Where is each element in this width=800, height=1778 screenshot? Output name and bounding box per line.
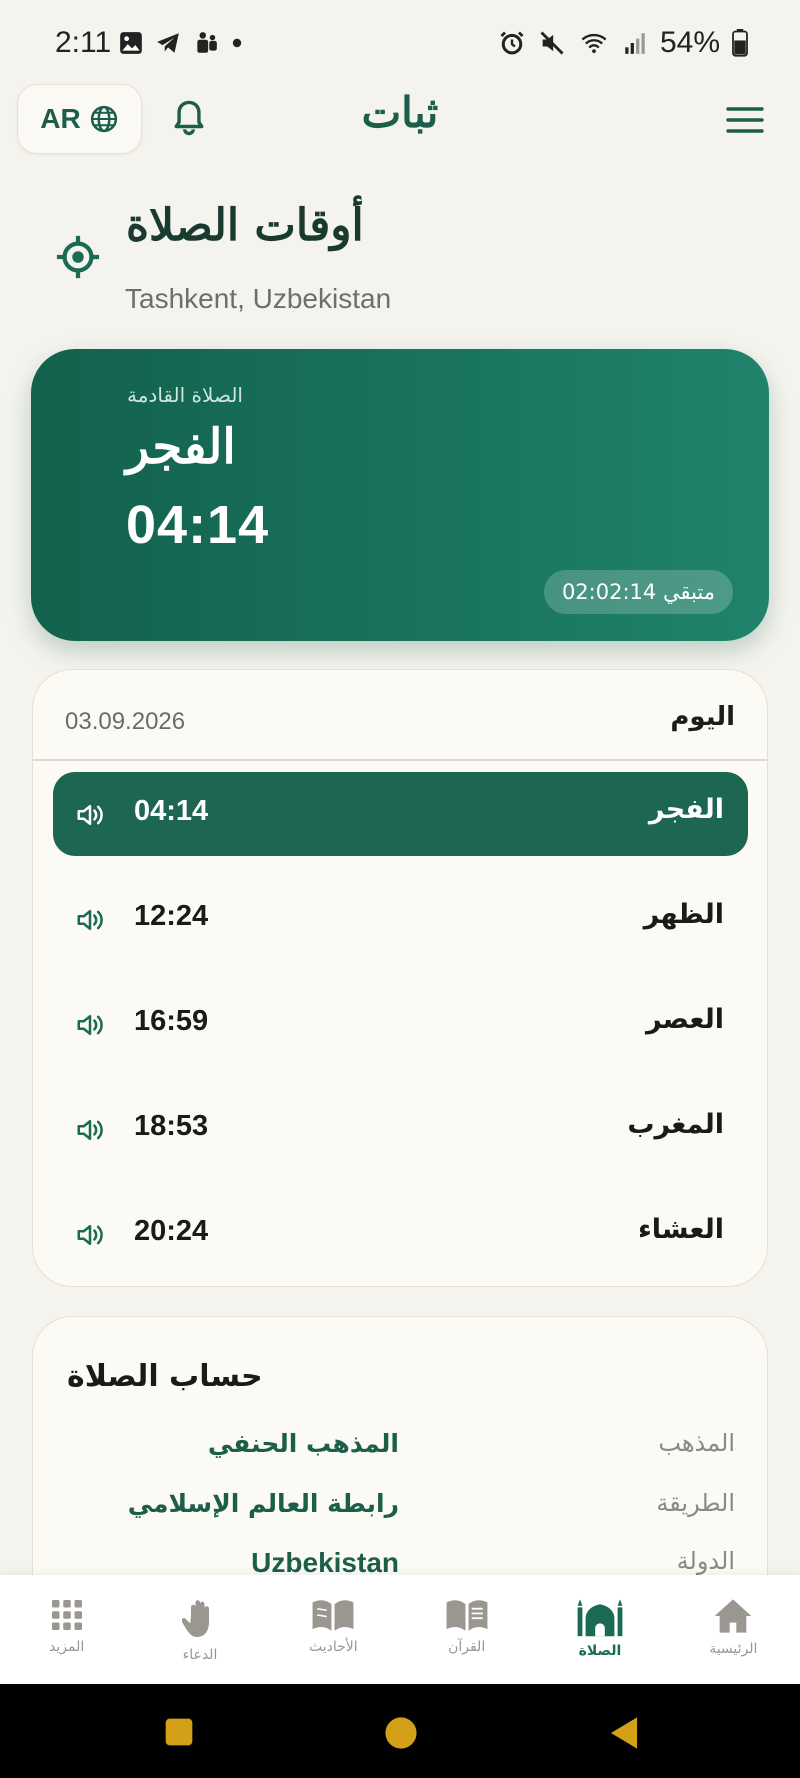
nav-label: الرئيسية	[709, 1641, 758, 1657]
mute-icon	[540, 31, 564, 55]
nav-item-hadith[interactable]: الأحاديث	[267, 1575, 400, 1684]
status-bar: 2:11 54%	[0, 0, 800, 90]
app-title: ثبات	[361, 88, 439, 137]
battery-icon	[732, 29, 748, 57]
prayer-times-card: 03.09.2026 اليوم 04:14 الفجر 12:24 الظهر…	[32, 669, 768, 1287]
prayer-times-header: 03.09.2026 اليوم	[33, 670, 767, 761]
nav-label: الدعاء	[182, 1647, 218, 1663]
calc-value: رابطة العالم الإسلامي	[127, 1489, 399, 1518]
home-icon	[714, 1599, 752, 1633]
prayer-time: 04:14	[134, 795, 209, 827]
mosque-icon	[577, 1599, 623, 1637]
nav-item-more[interactable]: المزيد	[0, 1575, 133, 1684]
notifications-button[interactable]	[172, 98, 206, 142]
calc-label: الدولة	[676, 1547, 735, 1575]
calc-label: الطريقة	[656, 1489, 735, 1517]
location-text: Tashkent, Uzbekistan	[125, 283, 392, 314]
prayer-time: 20:24	[134, 1215, 209, 1247]
prayer-name: الظهر	[643, 899, 724, 930]
calc-value: المذهب الحنفي	[207, 1429, 399, 1458]
date-label: 03.09.2026	[65, 708, 186, 735]
prayer-row-asr[interactable]: 16:59 العصر	[53, 982, 748, 1066]
menu-button[interactable]	[726, 106, 764, 138]
speaker-icon[interactable]	[75, 800, 105, 830]
prayer-name: الفجر	[648, 794, 724, 825]
next-prayer-label: الصلاة القادمة	[127, 383, 243, 407]
nav-label: المزيد	[49, 1639, 85, 1655]
speaker-icon[interactable]	[75, 1115, 105, 1145]
location-button[interactable]	[55, 234, 101, 284]
telegram-icon	[157, 33, 179, 53]
signal-icon	[625, 33, 645, 54]
next-prayer-time: 04:14	[126, 495, 270, 555]
home-circle-icon[interactable]	[384, 1716, 418, 1750]
prayer-row-isha[interactable]: 20:24 العشاء	[53, 1192, 748, 1276]
time-remaining-badge: 02:02:14 متبقي	[543, 570, 733, 614]
nav-item-dua[interactable]: الدعاء	[133, 1575, 266, 1684]
status-time: 2:11	[55, 26, 112, 59]
bottom-navigation: المزيد الدعاء الأحاديث القرآن الصلاة الر…	[0, 1575, 800, 1684]
gallery-icon	[120, 32, 142, 54]
next-prayer-name: الفجر	[126, 419, 236, 475]
globe-icon	[90, 105, 117, 133]
language-button[interactable]: AR	[17, 84, 142, 154]
wifi-icon	[581, 33, 607, 54]
open-book-icon	[312, 1600, 354, 1631]
back-icon[interactable]	[608, 1716, 640, 1750]
calc-row-madhab[interactable]: المذهب المذهب الحنفي	[33, 1429, 767, 1469]
battery-percent: 54%	[659, 26, 720, 59]
nav-label: الأحاديث	[308, 1639, 358, 1655]
prayer-time: 18:53	[134, 1110, 209, 1142]
grid-icon	[51, 1600, 82, 1630]
prayer-name: المغرب	[627, 1109, 724, 1140]
prayer-row-fajr[interactable]: 04:14 الفجر	[53, 772, 748, 856]
speaker-icon[interactable]	[75, 1010, 105, 1040]
calc-row-method[interactable]: الطريقة رابطة العالم الإسلامي	[33, 1489, 767, 1529]
nav-item-prayer[interactable]: الصلاة	[533, 1575, 666, 1684]
nav-item-home[interactable]: الرئيسية	[667, 1575, 800, 1684]
prayer-time: 12:24	[134, 900, 209, 932]
bell-icon	[174, 100, 204, 136]
speaker-icon[interactable]	[75, 905, 105, 935]
quran-book-icon	[446, 1600, 488, 1631]
prayer-row-dhuhr[interactable]: 12:24 الظهر	[53, 877, 748, 961]
location-target-icon	[56, 235, 100, 279]
speaker-icon[interactable]	[75, 1220, 105, 1250]
page-title: أوقات الصلاة	[126, 200, 364, 251]
nav-label: القرآن	[448, 1639, 486, 1655]
calc-label: المذهب	[658, 1429, 735, 1457]
today-label: اليوم	[670, 702, 735, 732]
system-navigation-bar	[0, 1684, 800, 1778]
teams-icon	[197, 32, 217, 53]
language-label: AR	[40, 103, 81, 134]
calculation-title: حساب الصلاة	[67, 1359, 263, 1394]
hand-icon	[181, 1600, 209, 1637]
dot-icon	[232, 38, 242, 48]
nav-item-quran[interactable]: القرآن	[400, 1575, 533, 1684]
prayer-name: العشاء	[637, 1214, 724, 1245]
alarm-icon	[500, 31, 524, 55]
hamburger-menu-icon	[726, 107, 764, 133]
recents-icon[interactable]	[163, 1716, 195, 1748]
prayer-calculation-card: حساب الصلاة المذهب المذهب الحنفي الطريقة…	[32, 1316, 768, 1616]
prayer-row-maghrib[interactable]: 18:53 المغرب	[53, 1087, 748, 1171]
prayer-name: العصر	[645, 1004, 724, 1035]
nav-label: الصلاة	[578, 1643, 622, 1659]
next-prayer-card: الصلاة القادمة الفجر 04:14 02:02:14 متبق…	[31, 349, 769, 641]
prayer-time: 16:59	[134, 1005, 209, 1037]
